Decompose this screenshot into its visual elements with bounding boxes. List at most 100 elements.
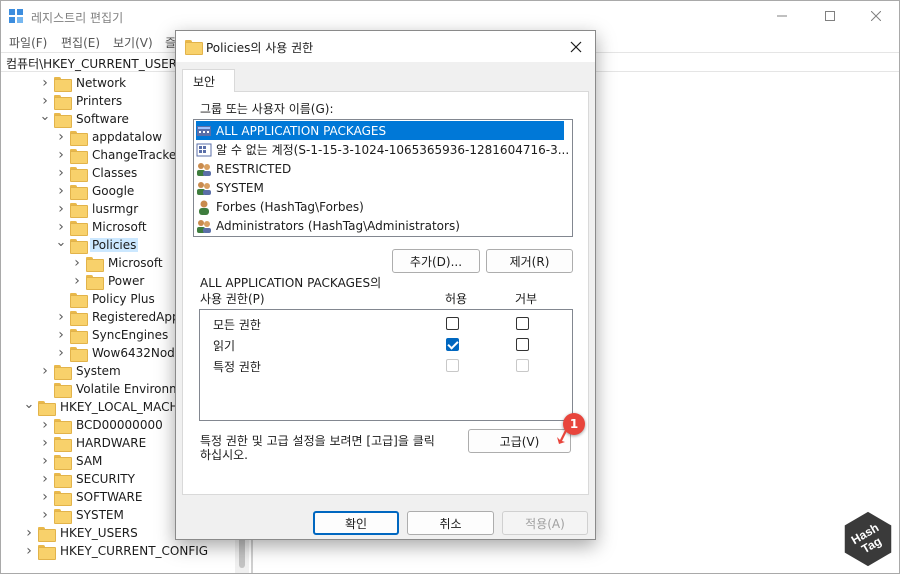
chevron-right-icon[interactable]: › bbox=[55, 200, 67, 218]
user-name: Administrators (HashTag\Administrators) bbox=[216, 218, 460, 233]
tree-item[interactable]: › Google bbox=[55, 182, 136, 200]
tree-item[interactable]: › HKEY_CURRENT_CONFIG bbox=[23, 542, 210, 560]
chevron-right-icon[interactable]: › bbox=[55, 344, 67, 362]
folder-icon bbox=[38, 400, 56, 416]
chevron-right-icon[interactable]: › bbox=[39, 362, 51, 380]
user-name: ALL APPLICATION PACKAGES bbox=[216, 123, 387, 138]
tree-item[interactable]: › SyncEngines bbox=[55, 326, 170, 344]
minimize-button[interactable] bbox=[759, 1, 805, 31]
chevron-down-icon[interactable]: ⌄ bbox=[55, 235, 67, 254]
tree-item-label: Printers bbox=[76, 94, 123, 108]
user-list[interactable]: ALL APPLICATION PACKAGES 알 수 없는 계정(S-1-15… bbox=[193, 119, 573, 237]
folder-icon bbox=[86, 256, 104, 272]
cancel-button[interactable]: 취소 bbox=[407, 511, 494, 535]
chevron-right-icon[interactable]: › bbox=[23, 524, 35, 542]
address-path: 컴퓨터\HKEY_CURRENT_USER\ bbox=[6, 57, 182, 71]
chevron-right-icon[interactable]: › bbox=[55, 218, 67, 236]
chevron-right-icon[interactable]: › bbox=[55, 326, 67, 344]
user-list-item[interactable]: RESTRICTED bbox=[196, 159, 564, 178]
dialog-close-button[interactable] bbox=[565, 36, 587, 58]
chevron-right-icon[interactable]: › bbox=[71, 272, 83, 290]
folder-icon bbox=[54, 112, 72, 128]
chevron-right-icon[interactable]: › bbox=[39, 434, 51, 452]
group-icon bbox=[197, 181, 211, 195]
chevron-right-icon[interactable]: › bbox=[23, 542, 35, 560]
allow-full-control-checkbox[interactable] bbox=[446, 317, 459, 330]
tree-item[interactable]: › RegisteredApplic bbox=[55, 308, 195, 326]
close-window-button[interactable] bbox=[853, 1, 899, 31]
chevron-right-icon[interactable]: › bbox=[39, 452, 51, 470]
folder-icon bbox=[70, 328, 88, 344]
tree-item[interactable]: › Wow6432Node bbox=[55, 344, 184, 362]
tree-item[interactable]: › HKEY_USERS bbox=[23, 524, 140, 542]
user-list-item[interactable]: Forbes (HashTag\Forbes) bbox=[196, 197, 564, 216]
permissions-dialog: Policies의 사용 권한 보안 그룹 또는 사용자 이름(G): ALL … bbox=[175, 30, 596, 540]
tree-item[interactable]: › SECURITY bbox=[39, 470, 137, 488]
tree-item[interactable]: Volatile Environme bbox=[39, 380, 190, 398]
chevron-right-icon[interactable]: › bbox=[39, 470, 51, 488]
tree-item-label: Volatile Environme bbox=[76, 382, 189, 396]
tree-item-label: lusrmgr bbox=[92, 202, 139, 216]
remove-button[interactable]: 제거(R) bbox=[486, 249, 573, 273]
tree-item[interactable]: › System bbox=[39, 362, 123, 380]
chevron-right-icon[interactable]: › bbox=[55, 146, 67, 164]
user-list-item[interactable]: Administrators (HashTag\Administrators) bbox=[196, 216, 564, 235]
chevron-right-icon[interactable]: › bbox=[55, 308, 67, 326]
menu-view[interactable]: 보기(V) bbox=[113, 34, 153, 51]
maximize-button[interactable] bbox=[807, 1, 853, 31]
chevron-right-icon[interactable]: › bbox=[39, 488, 51, 506]
ok-button[interactable]: 확인 bbox=[313, 511, 399, 535]
deny-full-control-checkbox[interactable] bbox=[516, 317, 529, 330]
deny-read-checkbox[interactable] bbox=[516, 338, 529, 351]
menu-file[interactable]: 파일(F) bbox=[9, 34, 47, 51]
tree-item[interactable]: › ChangeTracker bbox=[55, 146, 183, 164]
chevron-down-icon[interactable]: ⌄ bbox=[23, 397, 35, 416]
tree-item[interactable]: Policy Plus bbox=[55, 290, 157, 308]
tree-item[interactable]: ⌄ Software bbox=[39, 109, 131, 128]
advanced-button[interactable]: 고급(V) bbox=[468, 429, 571, 453]
tree-item[interactable]: › Printers bbox=[39, 92, 124, 110]
chevron-right-icon[interactable]: › bbox=[55, 164, 67, 182]
chevron-right-icon[interactable]: › bbox=[71, 254, 83, 272]
tree-item[interactable]: › lusrmgr bbox=[55, 200, 140, 218]
chevron-right-icon[interactable]: › bbox=[39, 506, 51, 524]
chevron-right-icon[interactable]: › bbox=[39, 92, 51, 110]
chevron-right-icon[interactable]: › bbox=[39, 74, 51, 92]
tree-item[interactable]: › Network bbox=[39, 74, 128, 92]
tree-item[interactable]: › SOFTWARE bbox=[39, 488, 144, 506]
allow-read-checkbox[interactable] bbox=[446, 338, 459, 351]
folder-icon bbox=[38, 544, 56, 560]
chevron-right-icon[interactable]: › bbox=[39, 416, 51, 434]
close-icon bbox=[570, 41, 582, 53]
tree-item[interactable]: › Microsoft bbox=[55, 218, 149, 236]
tree-item-label: Microsoft bbox=[108, 256, 163, 270]
tree-item[interactable]: › SAM bbox=[39, 452, 104, 470]
chevron-down-icon[interactable]: ⌄ bbox=[39, 109, 51, 128]
add-button[interactable]: 추가(D)... bbox=[392, 249, 480, 273]
tree-item-label: HKEY_LOCAL_MACHI bbox=[60, 400, 183, 414]
tree-item[interactable]: ⌄ HKEY_LOCAL_MACHI bbox=[23, 397, 184, 416]
tree-item[interactable]: › appdatalow bbox=[55, 128, 164, 146]
tree-item[interactable]: › Microsoft bbox=[71, 254, 165, 272]
user-list-item[interactable]: SYSTEM bbox=[196, 178, 564, 197]
tree-item[interactable]: › Classes bbox=[55, 164, 139, 182]
tree-item[interactable]: ⌄ Policies bbox=[55, 235, 139, 254]
group-user-label: 그룹 또는 사용자 이름(G): bbox=[200, 102, 334, 116]
minimize-icon bbox=[777, 15, 787, 17]
user-list-item[interactable]: ALL APPLICATION PACKAGES bbox=[196, 121, 564, 140]
tree-item-label: Classes bbox=[92, 166, 138, 180]
chevron-right-icon[interactable]: › bbox=[55, 182, 67, 200]
folder-icon bbox=[70, 292, 88, 308]
tree-item[interactable]: › BCD00000000 bbox=[39, 416, 165, 434]
user-name: 알 수 없는 계정(S-1-15-3-1024-1065365936-12816… bbox=[216, 143, 570, 157]
menu-edit[interactable]: 편집(E) bbox=[61, 34, 100, 51]
tree-item-label: HKEY_USERS bbox=[60, 526, 138, 540]
user-list-item[interactable]: 알 수 없는 계정(S-1-15-3-1024-1065365936-12816… bbox=[196, 140, 569, 159]
permission-name: 읽기 bbox=[213, 339, 236, 353]
tree-item[interactable]: › HARDWARE bbox=[39, 434, 148, 452]
tab-security[interactable]: 보안 bbox=[182, 69, 235, 92]
folder-icon bbox=[70, 184, 88, 200]
tree-item[interactable]: › Power bbox=[71, 272, 146, 290]
chevron-right-icon[interactable]: › bbox=[55, 128, 67, 146]
tree-item[interactable]: › SYSTEM bbox=[39, 506, 126, 524]
